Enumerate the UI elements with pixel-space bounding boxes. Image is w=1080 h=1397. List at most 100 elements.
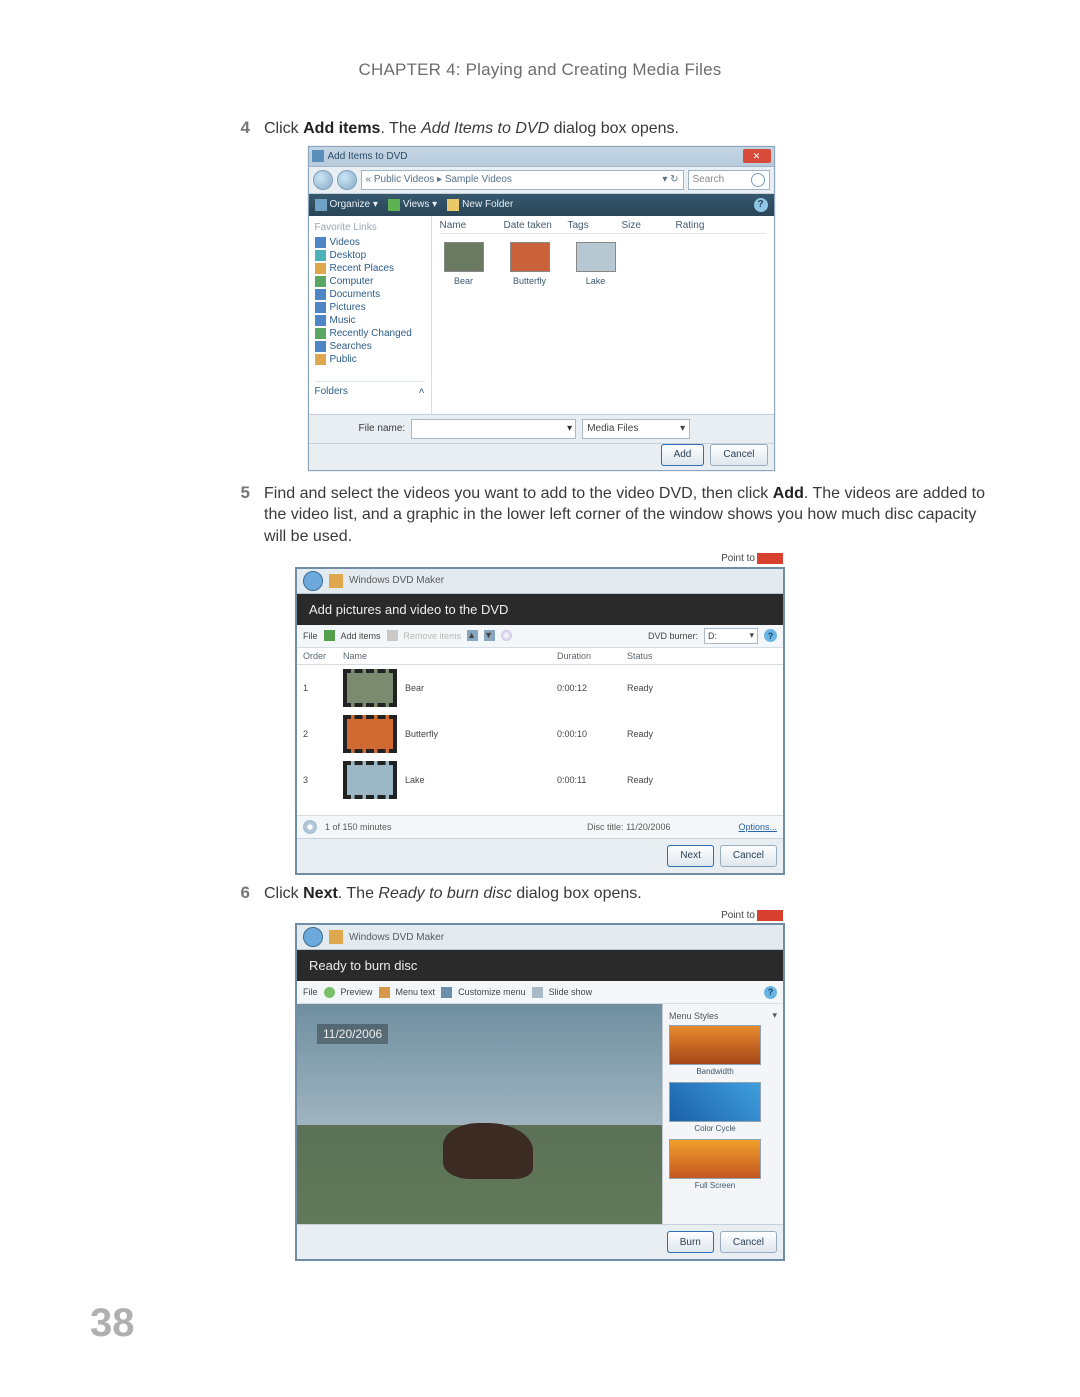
step-number: 4	[90, 118, 264, 140]
file-list: NameDate takenTagsSizeRating Bear Butter…	[432, 216, 774, 414]
chapter-header: CHAPTER 4: Playing and Creating Media Fi…	[90, 60, 990, 80]
list-item[interactable]: 3Lake0:00:11Ready	[297, 757, 783, 803]
searches-icon	[315, 341, 326, 352]
folders-expander[interactable]: Folders˄	[315, 381, 425, 397]
fav-item-videos[interactable]: Videos	[315, 237, 425, 248]
file-menu[interactable]: File	[303, 987, 318, 997]
move-up-icon[interactable]: ▲	[467, 630, 478, 641]
preview-button[interactable]: Preview	[341, 987, 373, 997]
next-button[interactable]: Next	[667, 845, 714, 867]
app-icon	[312, 150, 324, 162]
organize-icon	[315, 199, 327, 211]
page-number: 38	[90, 1301, 135, 1346]
list-item[interactable]: 1Bear0:00:12Ready	[297, 665, 783, 711]
back-button[interactable]	[303, 927, 323, 947]
style-swatch	[669, 1082, 761, 1122]
list-item[interactable]: 2Butterfly0:00:10Ready	[297, 711, 783, 757]
breadcrumb-path[interactable]: « Public Videos ▸ Sample Videos ▾ ↻	[361, 170, 684, 190]
style-full-screen[interactable]: Full Screen	[669, 1139, 761, 1190]
help-icon[interactable]: ?	[754, 198, 768, 212]
favorites-panel: Favorite Links Videos Desktop Recent Pla…	[309, 216, 432, 414]
clock-icon	[315, 328, 326, 339]
file-item-bear[interactable]: Bear	[440, 242, 488, 286]
menu-text-button[interactable]: Menu text	[396, 987, 436, 997]
fav-item-music[interactable]: Music	[315, 315, 425, 326]
step-4: 4 Click Add items. The Add Items to DVD …	[90, 118, 990, 140]
nav-back-icon[interactable]	[313, 170, 333, 190]
fav-item-pictures[interactable]: Pictures	[315, 302, 425, 313]
window-header: Windows DVD Maker	[297, 925, 783, 950]
remove-items-button: Remove items	[404, 631, 462, 641]
fav-item-recent[interactable]: Recent Places	[315, 263, 425, 274]
style-bandwidth[interactable]: Bandwidth	[669, 1025, 761, 1076]
filetype-select[interactable]: Media Files▾	[582, 419, 690, 439]
wizard-title: Add pictures and video to the DVD	[297, 594, 783, 625]
fav-item-recently-changed[interactable]: Recently Changed	[315, 328, 425, 339]
add-items-button[interactable]: Add items	[341, 631, 381, 641]
thumbnail	[576, 242, 616, 272]
fav-item-documents[interactable]: Documents	[315, 289, 425, 300]
callout-label: Point to	[295, 553, 785, 564]
disc-title-value[interactable]: 11/20/2006	[626, 822, 670, 832]
new-folder-button[interactable]: New Folder	[447, 199, 513, 211]
dvd-burner-label: DVD burner:	[648, 631, 698, 641]
dvd-maker-burn-window: Windows DVD Maker Ready to burn disc Fil…	[295, 923, 785, 1261]
thumbnail	[444, 242, 484, 272]
fav-item-desktop[interactable]: Desktop	[315, 250, 425, 261]
computer-icon	[315, 276, 326, 287]
fav-item-public[interactable]: Public	[315, 354, 425, 365]
file-menu[interactable]: File	[303, 631, 318, 641]
nav-fwd-icon[interactable]	[337, 170, 357, 190]
text-icon	[379, 987, 390, 998]
thumbnail	[510, 242, 550, 272]
add-items-dialog: Add Items to DVD ✕ « Public Videos ▸ Sam…	[308, 146, 775, 471]
add-button[interactable]: Add	[661, 444, 705, 466]
disc-icon[interactable]	[501, 630, 512, 641]
desktop-icon	[315, 250, 326, 261]
slideshow-icon	[532, 987, 543, 998]
plus-icon	[324, 630, 335, 641]
videos-icon	[315, 237, 326, 248]
fav-item-searches[interactable]: Searches	[315, 341, 425, 352]
callout-label: Point to	[295, 910, 785, 921]
cancel-button[interactable]: Cancel	[720, 845, 777, 867]
chevron-up-icon: ˄	[419, 386, 425, 397]
step-6: 6 Click Next. The Ready to burn disc dia…	[90, 883, 990, 905]
burn-button[interactable]: Burn	[667, 1231, 714, 1253]
options-link[interactable]: Options...	[738, 822, 777, 832]
column-headers[interactable]: NameDate takenTagsSizeRating	[440, 220, 766, 234]
bear-graphic	[443, 1123, 533, 1179]
organize-menu[interactable]: Organize ▾	[315, 199, 378, 211]
slideshow-button[interactable]: Slide show	[549, 987, 593, 997]
fav-item-computer[interactable]: Computer	[315, 276, 425, 287]
dvd-maker-window: Windows DVD Maker Add pictures and video…	[295, 567, 785, 875]
search-icon	[751, 173, 765, 187]
views-menu[interactable]: Views ▾	[388, 199, 437, 211]
file-item-lake[interactable]: Lake	[572, 242, 620, 286]
toolbar: Organize ▾ Views ▾ New Folder ?	[309, 194, 774, 216]
titlebar: Add Items to DVD ✕	[309, 147, 774, 167]
folder-icon	[447, 199, 459, 211]
help-icon[interactable]: ?	[764, 986, 777, 999]
step-text: Click Next. The Ready to burn disc dialo…	[264, 883, 990, 905]
help-icon[interactable]: ?	[764, 629, 777, 642]
dvd-burner-select[interactable]: D:▾	[704, 628, 758, 644]
move-down-icon[interactable]: ▼	[484, 630, 495, 641]
public-icon	[315, 354, 326, 365]
back-button[interactable]	[303, 571, 323, 591]
cancel-button[interactable]: Cancel	[710, 444, 767, 466]
cancel-button[interactable]: Cancel	[720, 1231, 777, 1253]
pictures-icon	[315, 302, 326, 313]
close-button[interactable]: ✕	[743, 149, 771, 163]
command-bar: File Preview Menu text Customize menu Sl…	[297, 981, 783, 1004]
favorites-header: Favorite Links	[315, 222, 425, 233]
search-input[interactable]: Search	[688, 170, 770, 190]
customize-menu-button[interactable]: Customize menu	[458, 987, 526, 997]
thumbnail	[343, 669, 397, 707]
style-color-cycle[interactable]: Color Cycle	[669, 1082, 761, 1133]
filename-label: File name:	[359, 423, 406, 434]
file-item-butterfly[interactable]: Butterfly	[506, 242, 554, 286]
views-icon	[388, 199, 400, 211]
step-number: 5	[90, 483, 264, 548]
filename-input[interactable]: ▾	[411, 419, 576, 439]
